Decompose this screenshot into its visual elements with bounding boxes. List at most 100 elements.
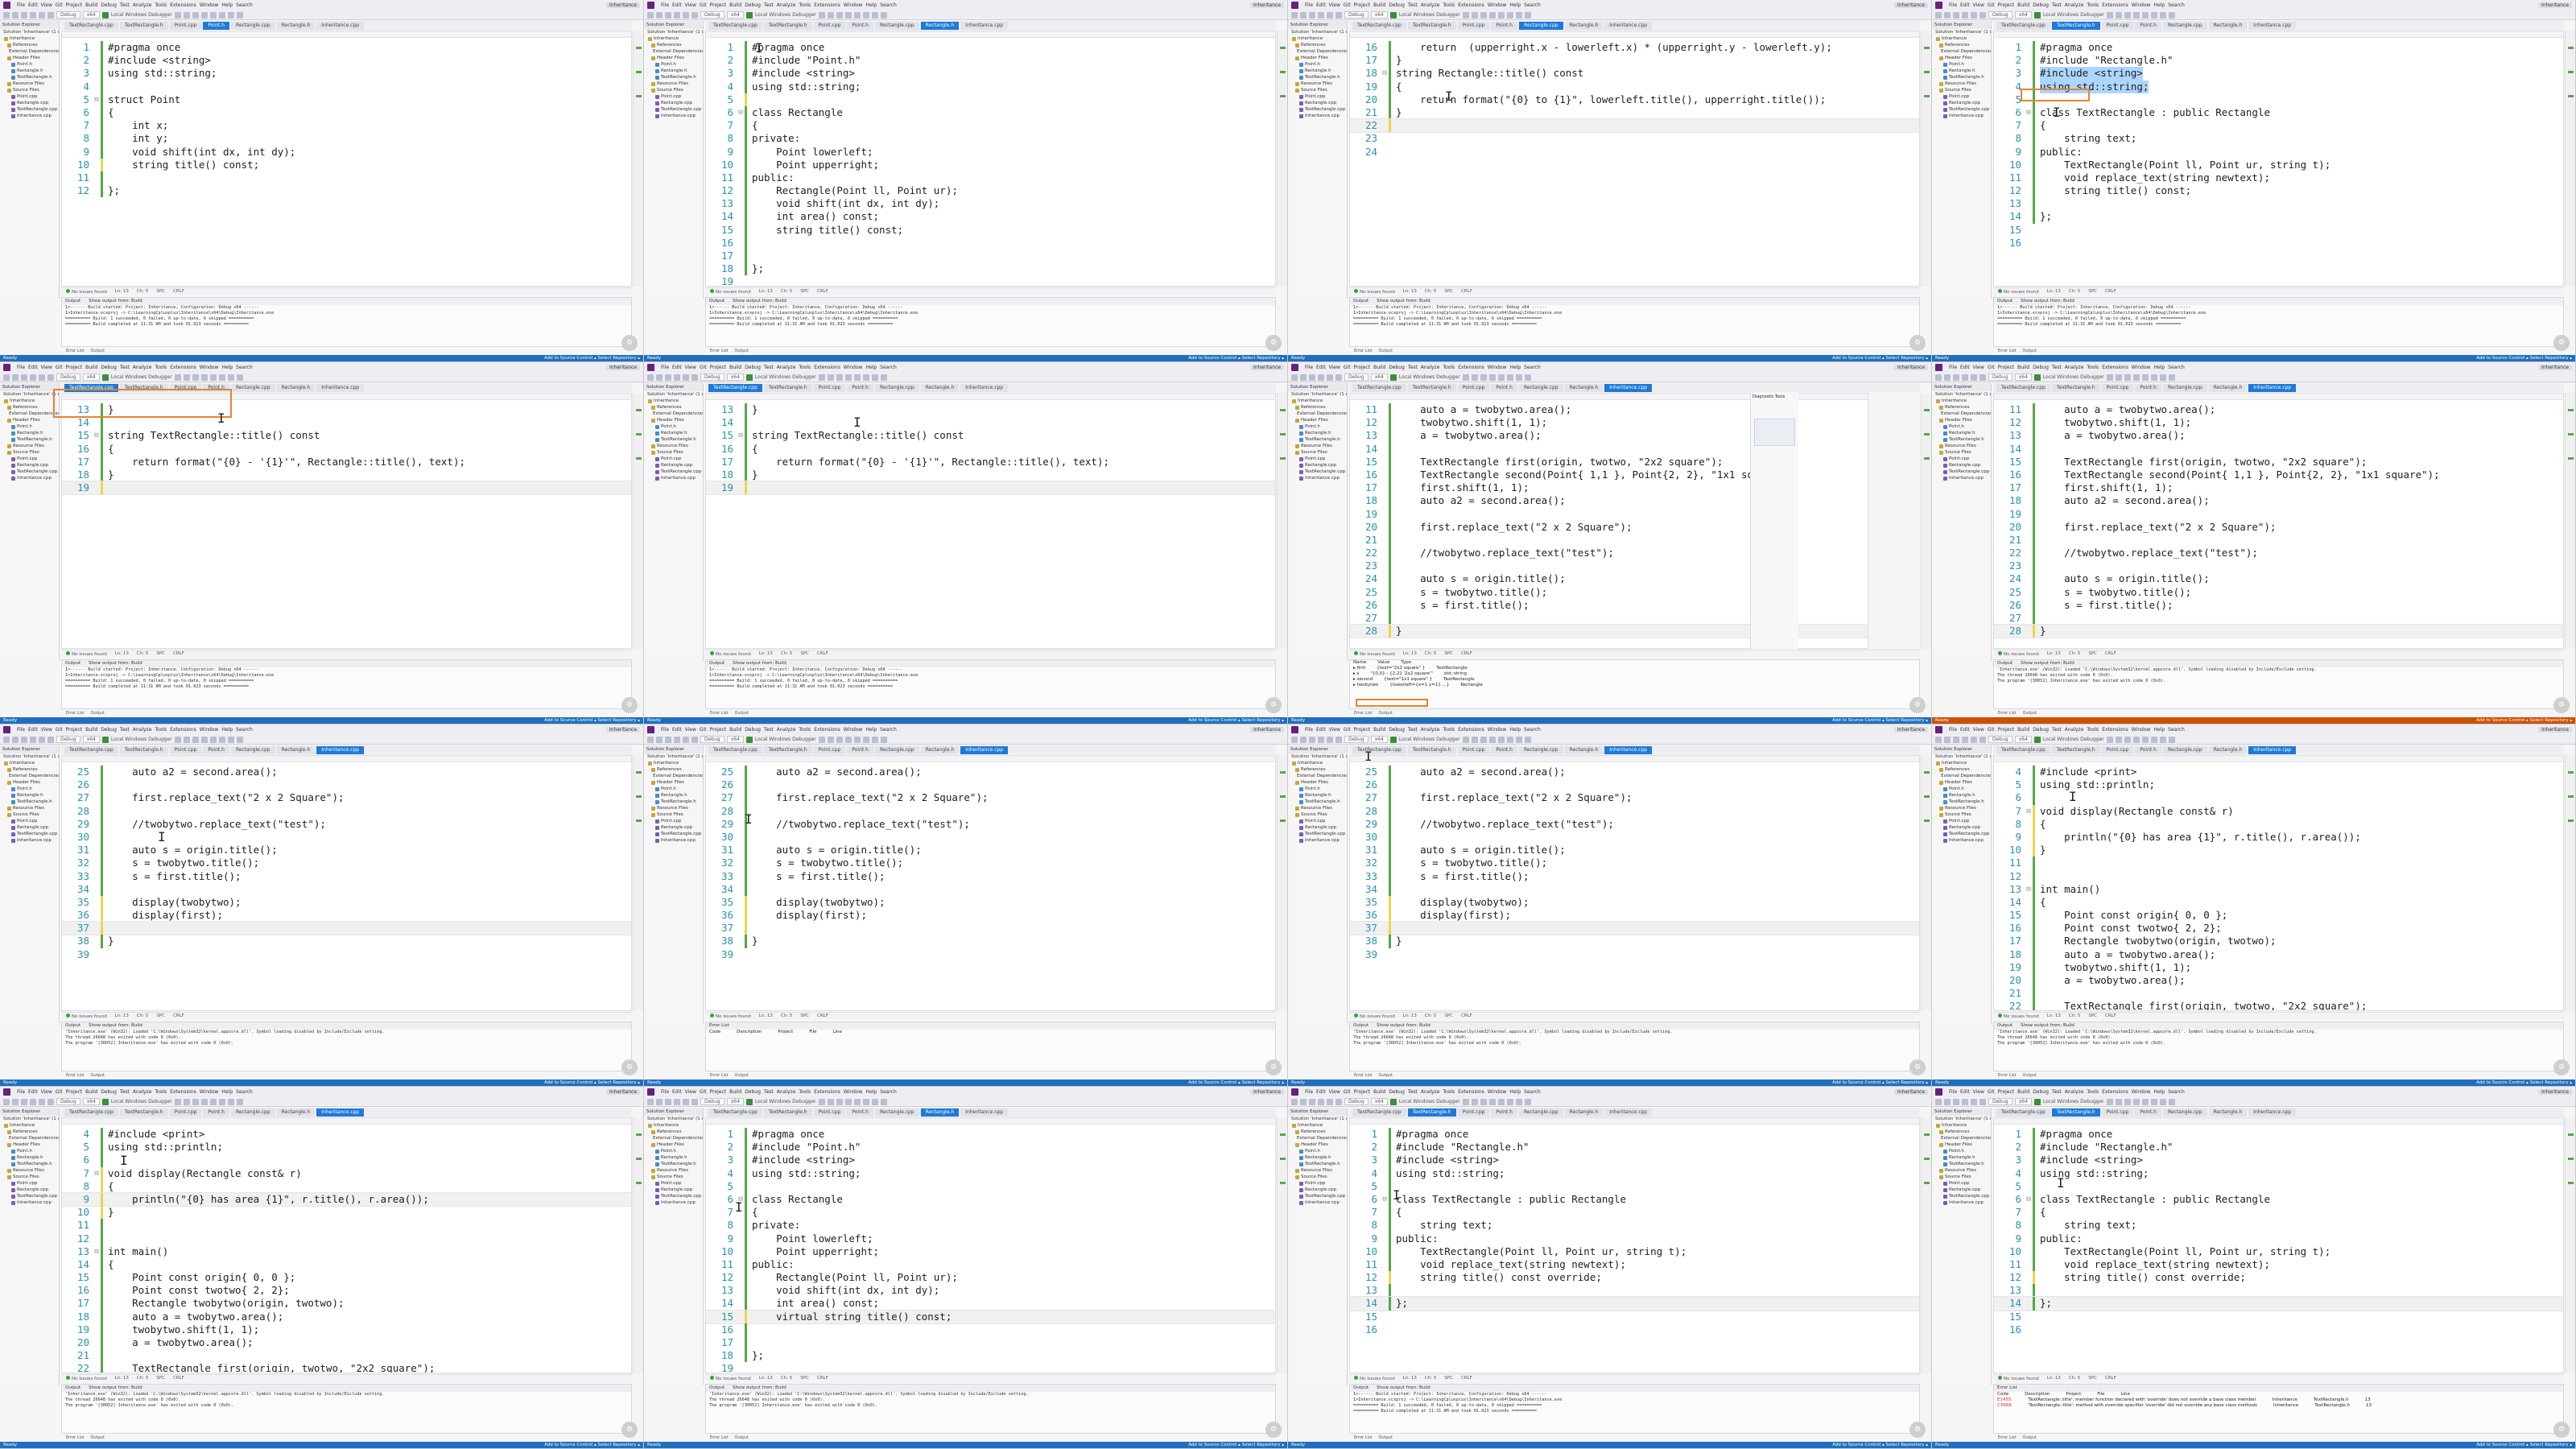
code-line[interactable]: 8 private: [706,132,1275,146]
menu-item[interactable]: View [685,2,696,8]
toolbar-button-icon[interactable] [2168,11,2175,19]
code-line[interactable]: 8{ [62,1179,631,1193]
tree-item[interactable]: Point.h [0,423,59,430]
document-tab[interactable]: Rectangle.h [2208,22,2248,30]
search-box[interactable]: Search [2168,2,2185,8]
code-line[interactable]: 35 display(twobytwo); [706,895,1275,910]
code-line[interactable]: 23 [1350,132,1919,145]
tree-item[interactable]: References [1288,42,1347,48]
menu-item[interactable]: View [1973,727,1984,733]
toolbar-button-icon[interactable] [174,11,181,19]
toolbar-button-icon[interactable] [1944,736,1951,743]
toolbar-button-icon[interactable] [227,736,234,743]
toolbar-button-icon[interactable] [683,736,689,743]
source-control-status[interactable]: Add to Source Control ▴ Select Repositor… [544,1080,640,1085]
configuration-dropdown[interactable]: Debug [1988,374,2013,381]
tree-item[interactable]: Rectangle.cpp [644,462,703,469]
tree-item[interactable]: Header Files [0,55,59,61]
code-line[interactable]: 16 return (upperright.x - lowerleft.x) *… [1350,41,1919,55]
tree-item[interactable]: TextRectangle.h [644,1161,703,1167]
notification-badge-icon[interactable]: ⚙ [621,335,638,351]
tree-item[interactable]: Inheritance.cpp [644,475,703,481]
tree-item[interactable]: Inheritance.cpp [0,837,59,844]
code-line[interactable]: 7{ [1994,1206,2563,1220]
tree-item[interactable]: Inheritance.cpp [1288,113,1347,119]
code-line[interactable]: 13 [1994,1284,2563,1298]
document-tab[interactable]: Point.cpp [1457,746,1490,754]
code-line[interactable]: 17 first.shift(1, 1); [1994,481,2563,495]
code-line[interactable]: 20 return format("{0} to {1}", lowerleft… [1350,93,1919,106]
tool-window-tab[interactable]: Output [2023,1435,2037,1440]
code-line[interactable]: 9 public: [1994,1232,2563,1245]
code-editor[interactable]: 1 #pragma once 2 #include <string> 3 using st… [61,31,632,287]
code-line[interactable]: 6 ⊟ class TextRectangle : public Rectangle [1994,1192,2563,1207]
document-tab[interactable]: TextRectangle.h [763,746,812,754]
menu-item[interactable]: File [661,2,669,8]
tool-window-tab[interactable]: Error List [710,1073,729,1078]
menu-item[interactable]: Window [1488,365,1507,370]
toolbar-button-icon[interactable] [21,736,27,743]
tree-item[interactable]: Point.h [1932,61,1991,68]
toolbar-button-icon[interactable] [1327,374,1333,381]
menu-item[interactable]: Project [710,2,727,8]
tree-item[interactable]: Rectangle.cpp [644,824,703,831]
source-control-status[interactable]: Add to Source Control ▴ Select Repositor… [1188,1080,1284,1085]
run-debugger-button[interactable]: Local Windows Debugger [1399,374,1460,380]
menu-item[interactable]: Debug [1389,727,1405,733]
run-icon[interactable] [1389,11,1397,19]
tree-item[interactable]: Inheritance [0,1122,59,1129]
toolbar-button-icon[interactable] [2141,1098,2149,1105]
code-editor[interactable]: 11 auto a = twobytwo.area(); 12 twobytwo.… [1993,393,2564,649]
menu-item[interactable]: Edit [28,727,38,733]
tree-item[interactable]: Source Files [1932,811,1991,818]
search-box[interactable]: Search [1524,1089,1541,1095]
tree-item[interactable]: Rectangle.cpp [1288,824,1347,831]
tree-item[interactable]: Rectangle.h [1288,430,1347,436]
toolbar-button-icon[interactable] [2106,11,2113,19]
tree-item[interactable]: Point.h [1932,786,1991,792]
code-line[interactable]: 5 ⊟ struct Point [62,93,631,106]
toolbar-button-icon[interactable] [2115,1098,2122,1105]
menu-item[interactable]: Tools [155,1089,167,1095]
vertical-scrollbar[interactable] [1921,1117,1931,1373]
platform-dropdown[interactable]: x64 [82,374,100,381]
code-line[interactable]: 3 #include <string> [1994,67,2563,80]
tree-item[interactable]: Header Files [0,779,59,786]
code-editor[interactable]: 4 #include <print> 5 using std::println; 6 7 ⊟… [1993,755,2564,1011]
code-line[interactable]: 17 return format("{0} - '{1}'", Rectangl… [706,455,1275,469]
tree-item[interactable]: Source Files [1288,87,1347,93]
menu-item[interactable]: Window [844,1089,863,1095]
menu-item[interactable]: File [1949,2,1957,8]
toolbar-button-icon[interactable] [227,1098,234,1105]
tree-item[interactable]: Point.cpp [0,456,59,462]
menu-item[interactable]: Debug [745,365,761,370]
toolbar-button-icon[interactable] [1935,11,1942,19]
tree-item[interactable]: Inheritance.cpp [644,1199,703,1206]
document-tab[interactable]: Inheritance.cpp [316,1108,365,1117]
menu-item[interactable]: Project [66,365,83,370]
tree-item[interactable]: Inheritance.cpp [1932,475,1991,481]
toolbar-button-icon[interactable] [674,374,680,381]
document-tab[interactable]: TextRectangle.cpp [64,384,118,392]
code-line[interactable]: 4 #include <print> [1994,766,2563,779]
code-line[interactable]: 7 ⊟ void display(Rectangle const& r) [1994,804,2563,818]
code-line[interactable]: 18}; [706,262,1275,276]
code-editor[interactable]: 1 #pragma once 2 #include "Rectangle.h" 3 #in… [1993,31,2564,287]
tree-item[interactable]: Inheritance.cpp [1288,1199,1347,1206]
code-editor[interactable]: 13} 14 15 ⊟ string TextRectangle::title() co… [61,393,632,649]
menu-item[interactable]: Debug [745,2,761,8]
menu-item[interactable]: Tools [799,727,811,733]
fold-icon[interactable]: ⊟ [93,429,101,442]
locals-row[interactable]: ▸ first {text="2x2 square" } TextRectangle [1350,666,1919,671]
notification-badge-icon[interactable]: ⚙ [2553,697,2570,713]
document-tab[interactable]: Rectangle.h [1564,384,1604,392]
tree-item[interactable]: Rectangle.h [644,792,703,799]
tree-item[interactable]: Point.h [0,786,59,792]
code-line[interactable]: 16 [1350,1323,1919,1336]
fold-icon[interactable]: ⊟ [2025,1193,2033,1206]
toolbar-button-icon[interactable] [827,736,834,743]
code-line[interactable]: 16 [1994,1323,2563,1336]
menu-item[interactable]: Edit [1316,727,1326,733]
tree-item[interactable]: TextRectangle.cpp [0,1193,59,1199]
run-debugger-button[interactable]: Local Windows Debugger [1399,12,1460,18]
